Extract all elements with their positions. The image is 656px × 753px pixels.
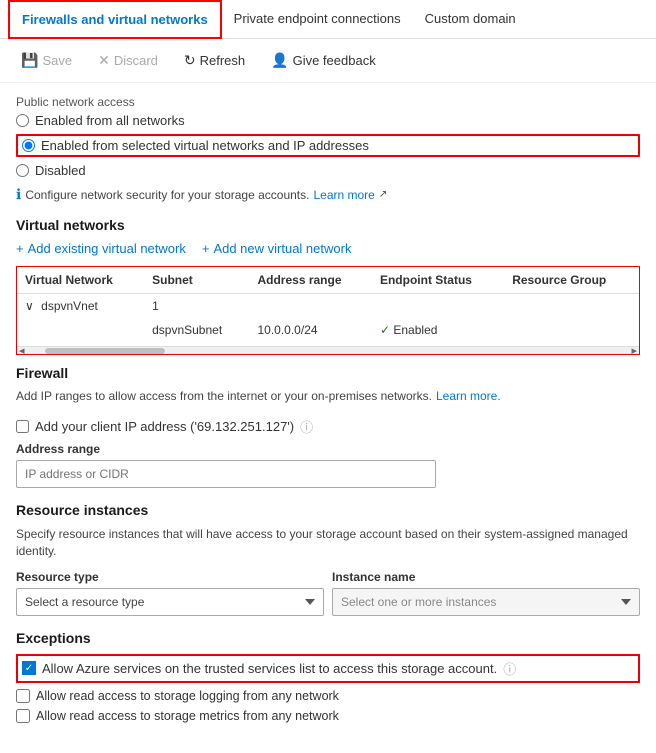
col-subnet: Subnet [144, 267, 249, 294]
main-content: Public network access Enabled from all n… [0, 83, 656, 741]
exception-info-icon-0: ⓘ [503, 659, 516, 678]
resource-instances-section: Resource instances Specify resource inst… [16, 502, 640, 616]
firewall-learn-more[interactable]: Learn more. [436, 389, 501, 403]
instance-name-col: Instance name Select one or more instanc… [332, 570, 640, 616]
horizontal-scrollbar[interactable]: ◂ ▸ [17, 346, 639, 354]
firewall-section: Firewall Add IP ranges to allow access f… [16, 365, 640, 488]
add-new-link[interactable]: + Add new virtual network [202, 241, 352, 256]
refresh-button[interactable]: ↻ Refresh [175, 47, 254, 74]
plus-icon-existing: + [16, 241, 24, 256]
tab-private-endpoint[interactable]: Private endpoint connections [222, 1, 413, 38]
table-header-row: Virtual Network Subnet Address range End… [17, 267, 639, 294]
radio-enabled-selected-input[interactable] [22, 139, 35, 152]
vnet-table-wrapper: Virtual Network Subnet Address range End… [16, 266, 640, 355]
info-icon: ℹ [16, 186, 21, 203]
table-row[interactable]: dspvnSubnet 10.0.0.0/24 ✓ Enabled [17, 318, 639, 342]
scroll-right-arrow[interactable]: ▸ [631, 344, 637, 355]
address-cell-parent [249, 294, 371, 319]
firewall-desc-row: Add IP ranges to allow access from the i… [16, 389, 640, 403]
tab-bar: Firewalls and virtual networks Private e… [0, 0, 656, 39]
address-range-input[interactable] [16, 460, 436, 488]
client-ip-checkbox-row[interactable]: Add your client IP address ('69.132.251.… [16, 417, 640, 436]
radio-disabled[interactable]: Disabled [16, 163, 640, 178]
discard-icon: ✕ [98, 52, 110, 69]
radio-enabled-all-input[interactable] [16, 114, 29, 127]
instance-name-label: Instance name [332, 570, 640, 584]
address-range-label: Address range [16, 442, 640, 456]
subnet-cell-child: dspvnSubnet [144, 318, 249, 342]
external-link-icon: ↗ [379, 189, 387, 200]
vnet-name-child [17, 318, 144, 342]
endpoint-cell-parent [372, 294, 504, 319]
radio-enabled-all[interactable]: Enabled from all networks [16, 113, 640, 128]
col-vnet: Virtual Network [17, 267, 144, 294]
col-endpoint: Endpoint Status [372, 267, 504, 294]
resource-type-col: Resource type Select a resource type [16, 570, 324, 616]
toolbar: 💾 Save ✕ Discard ↻ Refresh 👤 Give feedba… [0, 39, 656, 83]
discard-button[interactable]: ✕ Discard [89, 47, 167, 74]
vnet-table: Virtual Network Subnet Address range End… [17, 267, 639, 342]
tab-custom-domain[interactable]: Custom domain [413, 1, 528, 38]
exception-item-0: ✓ Allow Azure services on the trusted se… [16, 654, 640, 683]
scroll-thumb[interactable] [45, 348, 165, 354]
tab-firewalls[interactable]: Firewalls and virtual networks [8, 0, 222, 39]
instance-name-select[interactable]: Select one or more instances [332, 588, 640, 616]
firewall-heading: Firewall [16, 365, 640, 381]
resource-instances-desc: Specify resource instances that will hav… [16, 526, 640, 560]
resource-type-wrapper: Select a resource type [16, 588, 324, 616]
radio-disabled-input[interactable] [16, 164, 29, 177]
rg-cell-child [504, 318, 639, 342]
add-network-links: + Add existing virtual network + Add new… [16, 241, 640, 256]
learn-more-link[interactable]: Learn more [313, 188, 374, 202]
subnet-cell-parent: 1 [144, 294, 249, 319]
vnet-name-cell: ∨ dspvnVnet [17, 294, 144, 319]
resource-type-select[interactable]: Select a resource type [16, 588, 324, 616]
radio-enabled-selected[interactable]: Enabled from selected virtual networks a… [16, 134, 640, 157]
resource-grid: Resource type Select a resource type Ins… [16, 570, 640, 616]
plus-icon-new: + [202, 241, 210, 256]
client-ip-checkbox[interactable] [16, 420, 29, 433]
address-cell-child: 10.0.0.0/24 [249, 318, 371, 342]
exception-item-1[interactable]: Allow read access to storage logging fro… [16, 689, 640, 703]
resource-type-label: Resource type [16, 570, 324, 584]
endpoint-cell-child: ✓ Enabled [372, 318, 504, 342]
scroll-left-arrow[interactable]: ◂ [19, 344, 25, 355]
instance-name-wrapper: Select one or more instances [332, 588, 640, 616]
exception-checkbox-1[interactable] [16, 689, 30, 703]
rg-cell-parent [504, 294, 639, 319]
public-network-radio-group: Enabled from all networks Enabled from s… [16, 113, 640, 178]
virtual-networks-heading: Virtual networks [16, 217, 640, 233]
add-existing-link[interactable]: + Add existing virtual network [16, 241, 186, 256]
info-row: ℹ Configure network security for your st… [16, 186, 640, 203]
feedback-icon: 👤 [271, 52, 288, 69]
col-address: Address range [249, 267, 371, 294]
exception-checkbox-2[interactable] [16, 709, 30, 723]
expand-icon[interactable]: ∨ [25, 299, 34, 313]
exception-item-2[interactable]: Allow read access to storage metrics fro… [16, 709, 640, 723]
exceptions-section: Exceptions ✓ Allow Azure services on the… [16, 630, 640, 723]
refresh-icon: ↻ [184, 52, 196, 69]
save-button[interactable]: 💾 Save [12, 47, 81, 74]
save-icon: 💾 [21, 52, 38, 69]
table-row[interactable]: ∨ dspvnVnet 1 [17, 294, 639, 319]
feedback-button[interactable]: 👤 Give feedback [262, 47, 385, 74]
resource-instances-heading: Resource instances [16, 502, 640, 518]
exceptions-heading: Exceptions [16, 630, 640, 646]
check-icon: ✓ [380, 323, 390, 337]
col-resource-group: Resource Group [504, 267, 639, 294]
client-ip-info-icon: ⓘ [300, 417, 313, 436]
exception-checkbox-0[interactable]: ✓ [22, 661, 36, 675]
public-network-label: Public network access [16, 95, 640, 109]
